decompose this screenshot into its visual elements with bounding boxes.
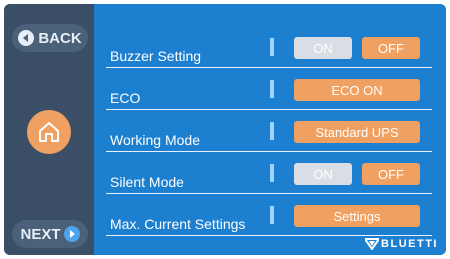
back-button-label: BACK — [38, 29, 82, 47]
silent-on-button[interactable]: ON — [294, 163, 352, 185]
row-underline — [106, 67, 432, 68]
bluetti-logo-icon — [365, 238, 380, 250]
next-button-label: NEXT — [20, 225, 61, 243]
back-button[interactable]: BACK — [12, 24, 88, 52]
row-divider-tick — [270, 80, 274, 98]
home-icon — [39, 122, 59, 142]
device-screen: BACK NEXT Buzzer Setting ON OFF ECO ECO … — [4, 4, 446, 255]
next-arrow-icon — [63, 226, 80, 242]
row-divider-tick — [270, 164, 274, 182]
working-mode-row: Working Mode Standard UPS — [94, 118, 446, 152]
silent-mode-label: Silent Mode — [110, 174, 184, 190]
eco-row: ECO ECO ON — [94, 76, 446, 110]
buzzer-on-button[interactable]: ON — [294, 37, 352, 59]
buzzer-setting-label: Buzzer Setting — [110, 48, 202, 64]
buzzer-on-label: ON — [313, 40, 333, 56]
max-current-row: Max. Current Settings Settings — [94, 202, 446, 236]
buzzer-setting-row: Buzzer Setting ON OFF — [94, 34, 446, 68]
next-button[interactable]: NEXT — [12, 220, 88, 248]
working-mode-label: Working Mode — [110, 132, 201, 148]
silent-off-label: OFF — [378, 166, 404, 182]
buzzer-off-button[interactable]: OFF — [362, 37, 420, 59]
max-current-settings-button[interactable]: Settings — [294, 205, 420, 227]
brand-name: BLUETTI — [381, 238, 438, 250]
home-button[interactable] — [27, 110, 71, 154]
row-underline — [106, 235, 432, 236]
row-divider-tick — [270, 38, 274, 56]
eco-label: ECO — [110, 90, 141, 106]
sidebar: BACK NEXT — [4, 4, 94, 255]
settings-panel: Buzzer Setting ON OFF ECO ECO ON Working… — [94, 4, 446, 255]
brand-logo: BLUETTI — [365, 238, 438, 250]
max-current-button-label: Settings — [333, 208, 381, 224]
back-arrow-icon — [18, 30, 35, 46]
silent-mode-row: Silent Mode ON OFF — [94, 160, 446, 194]
row-divider-tick — [270, 122, 274, 140]
row-underline — [106, 193, 432, 194]
row-underline — [106, 151, 432, 152]
row-divider-tick — [270, 206, 274, 224]
silent-off-button[interactable]: OFF — [362, 163, 420, 185]
buzzer-off-label: OFF — [378, 40, 404, 56]
working-mode-button[interactable]: Standard UPS — [294, 121, 420, 143]
device-frame: BACK NEXT Buzzer Setting ON OFF ECO ECO … — [0, 0, 450, 259]
eco-button-label: ECO ON — [331, 82, 383, 98]
working-mode-button-label: Standard UPS — [315, 124, 399, 140]
eco-on-button[interactable]: ECO ON — [294, 79, 420, 101]
silent-on-label: ON — [313, 166, 333, 182]
max-current-label: Max. Current Settings — [110, 216, 246, 232]
row-underline — [106, 109, 432, 110]
